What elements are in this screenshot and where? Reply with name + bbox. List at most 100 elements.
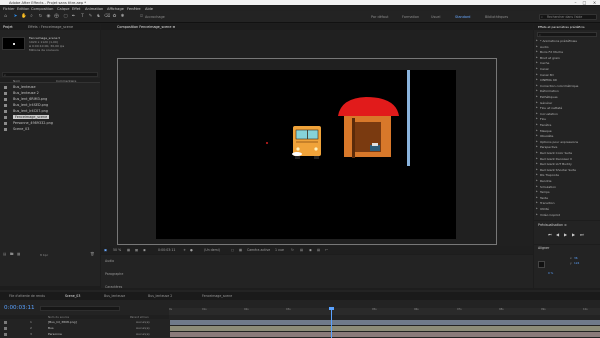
eraser-tool-icon[interactable]: ⌫ <box>104 14 110 19</box>
expand-triangle-icon[interactable]: ▶ <box>536 84 538 87</box>
layer-parent[interactable]: Aucun(e) <box>136 332 150 336</box>
column-comment-header[interactable]: Commentaire <box>56 79 76 83</box>
new-folder-icon[interactable]: 🖿 <box>10 252 14 258</box>
selection-tool-icon[interactable]: ➤ <box>13 14 18 19</box>
effect-category-item[interactable]: ▶ Texte <box>534 196 600 201</box>
layer-parent[interactable]: Aucun(e) <box>136 326 150 330</box>
effect-category-item[interactable]: ▶ Esthétiques <box>534 95 600 100</box>
delete-icon[interactable]: 🗑 <box>90 252 95 256</box>
snapping-checkbox[interactable]: ☑ <box>139 14 144 19</box>
y-value[interactable]: 124 <box>574 261 579 265</box>
rectangle-tool-icon[interactable]: ▢ <box>63 14 68 19</box>
expand-triangle-icon[interactable]: ▶ <box>536 45 538 48</box>
expand-triangle-icon[interactable]: ▶ <box>536 106 538 109</box>
effect-category-item[interactable]: ▶ Flou et netteté <box>534 106 600 111</box>
brush-tool-icon[interactable]: ✎ <box>88 14 93 19</box>
effect-category-item[interactable]: ▶ CINEMA 4D <box>534 78 600 83</box>
tab-effects-presets[interactable]: Effets et paramètres prédéfinis <box>538 25 585 29</box>
channel-icon[interactable]: ● <box>190 248 193 252</box>
tab-effect-controls[interactable]: Effets : Fenceimage_scene <box>28 25 73 29</box>
expand-triangle-icon[interactable]: ▶ <box>536 207 538 210</box>
expand-triangle-icon[interactable]: ▶ <box>536 123 538 126</box>
expand-triangle-icon[interactable]: ▶ <box>536 157 538 160</box>
camera-snapshot-icon[interactable]: ☀ <box>183 248 186 252</box>
home-icon[interactable]: ⌂ <box>3 14 8 19</box>
expand-triangle-icon[interactable]: ▶ <box>536 145 538 148</box>
flowchart-icon[interactable]: ▤ <box>317 248 320 252</box>
layer-duration-bar[interactable] <box>170 332 600 337</box>
eye-icon[interactable] <box>4 333 7 336</box>
timeline-layer-row[interactable]: 1 [Bus_lid_3808.png] Aucun(e) <box>0 320 169 325</box>
expand-triangle-icon[interactable]: ▶ <box>536 213 538 216</box>
rotate-tool-icon[interactable]: ↻ <box>38 14 43 19</box>
effect-category-item[interactable]: ▶ Boris FX Mocha <box>534 50 600 55</box>
effect-category-item[interactable]: ▶ Masque <box>534 129 600 134</box>
tab-scene-03[interactable]: Scene_03 <box>65 294 80 298</box>
expand-triangle-icon[interactable]: ▶ <box>536 39 538 42</box>
effect-category-item[interactable]: ▶ Utilité <box>534 207 600 212</box>
bit-depth-label[interactable]: 8 bpc <box>40 253 48 257</box>
expand-triangle-icon[interactable]: ▶ <box>536 185 538 188</box>
effect-category-item[interactable]: ▶ Transition <box>534 201 600 206</box>
resolution-dropdown[interactable]: (Un demi) <box>204 248 220 252</box>
expand-triangle-icon[interactable]: ▶ <box>536 101 538 104</box>
previous-frame-icon[interactable]: ◀ <box>556 232 559 237</box>
effect-category-item[interactable]: ▶ Canal 3D <box>534 73 600 78</box>
effects-search-input[interactable]: ⌕ <box>537 32 597 37</box>
layer-duration-bar[interactable] <box>170 320 600 325</box>
workspace-par-defaut[interactable]: Par défaut <box>371 15 388 19</box>
expand-triangle-icon[interactable]: ▶ <box>536 196 538 199</box>
camera-dropdown[interactable]: Caméra active <box>247 248 270 252</box>
project-search-input[interactable]: ⌕ <box>2 72 98 77</box>
transparency-grid-icon[interactable]: ▦ <box>239 248 242 252</box>
menu-item-fichier[interactable]: Fichier <box>3 7 15 11</box>
effect-category-item[interactable]: ▶ Flou <box>534 117 600 122</box>
project-file-row[interactable]: Bus_lent_6RIM3.png <box>0 97 100 102</box>
eye-icon[interactable] <box>4 321 7 324</box>
effect-category-item[interactable]: ▶ Audio <box>534 45 600 50</box>
effect-category-item[interactable]: ▶ Rendrie <box>534 179 600 184</box>
expand-triangle-icon[interactable]: ▶ <box>536 173 538 176</box>
characters-section-label[interactable]: Caractères <box>105 285 122 289</box>
views-dropdown[interactable]: 1 vue <box>275 248 284 252</box>
expand-triangle-icon[interactable]: ▶ <box>536 151 538 154</box>
composition-canvas[interactable] <box>156 70 456 239</box>
menu-item-animation[interactable]: Animation <box>85 7 103 11</box>
project-file-row[interactable]: Bus_lenteuse 2 <box>0 91 100 96</box>
effect-category-item[interactable]: ▶ Options pour expressions <box>534 140 600 145</box>
expand-triangle-icon[interactable]: ▶ <box>536 67 538 70</box>
roto-tool-icon[interactable]: ✿ <box>112 14 117 19</box>
expand-triangle-icon[interactable]: ▶ <box>536 78 538 81</box>
pan-behind-tool-icon[interactable]: ⨁ <box>54 14 59 19</box>
tab-bus-lenteuse[interactable]: Bus_lenteuse <box>104 294 125 298</box>
tab-fenceimage-scene[interactable]: Fenceimage_scene <box>202 294 232 298</box>
effect-category-item[interactable]: ▶ Fenêtre <box>534 123 600 128</box>
menu-item-calque[interactable]: Calque <box>57 7 69 11</box>
puppet-tool-icon[interactable]: ✱ <box>120 14 125 19</box>
effect-category-item[interactable]: ▶ Cache <box>534 61 600 66</box>
region-of-interest-icon[interactable]: ▢ <box>231 248 234 252</box>
expand-triangle-icon[interactable]: ▶ <box>536 134 538 137</box>
zoom-tool-icon[interactable]: ⌕ <box>29 14 34 19</box>
effect-category-item[interactable]: ▶ Déformation <box>534 89 600 94</box>
effect-category-item[interactable]: ▶ Vidéo Copilot <box>534 213 600 218</box>
fast-preview-icon[interactable]: ↻ <box>291 248 294 252</box>
expand-triangle-icon[interactable]: ▶ <box>536 117 538 120</box>
effect-category-item[interactable]: ▶ Simulation <box>534 185 600 190</box>
timeline-layer-row[interactable]: 2 Bus Aucun(e) <box>0 326 169 331</box>
exposure-icon[interactable]: ◉ <box>309 248 312 252</box>
project-file-row[interactable]: Bus_lenteuse <box>0 85 100 90</box>
x-value[interactable]: 36 <box>574 256 578 260</box>
project-file-row[interactable]: Personne_4989332.png <box>0 121 100 126</box>
maximize-icon[interactable]: □ <box>580 0 589 5</box>
timeline-layer-row[interactable]: 3 Personne Aucun(e) <box>0 332 169 337</box>
time-ruler[interactable]: 0s 01s 02s 03s 04s 05s 06s 07s 08s 09s 1… <box>169 308 600 315</box>
paragraph-section-label[interactable]: Paragraphe <box>105 272 123 276</box>
menu-item-aide[interactable]: Aide <box>145 7 153 11</box>
hand-tool-icon[interactable]: ✋ <box>21 14 27 19</box>
last-frame-icon[interactable]: ⏭ <box>580 232 584 237</box>
text-tool-icon[interactable]: T <box>80 14 85 19</box>
tab-project[interactable]: Projet <box>3 25 13 29</box>
expand-triangle-icon[interactable]: ▶ <box>536 129 538 132</box>
grid-icon[interactable]: ▩ <box>135 248 138 252</box>
